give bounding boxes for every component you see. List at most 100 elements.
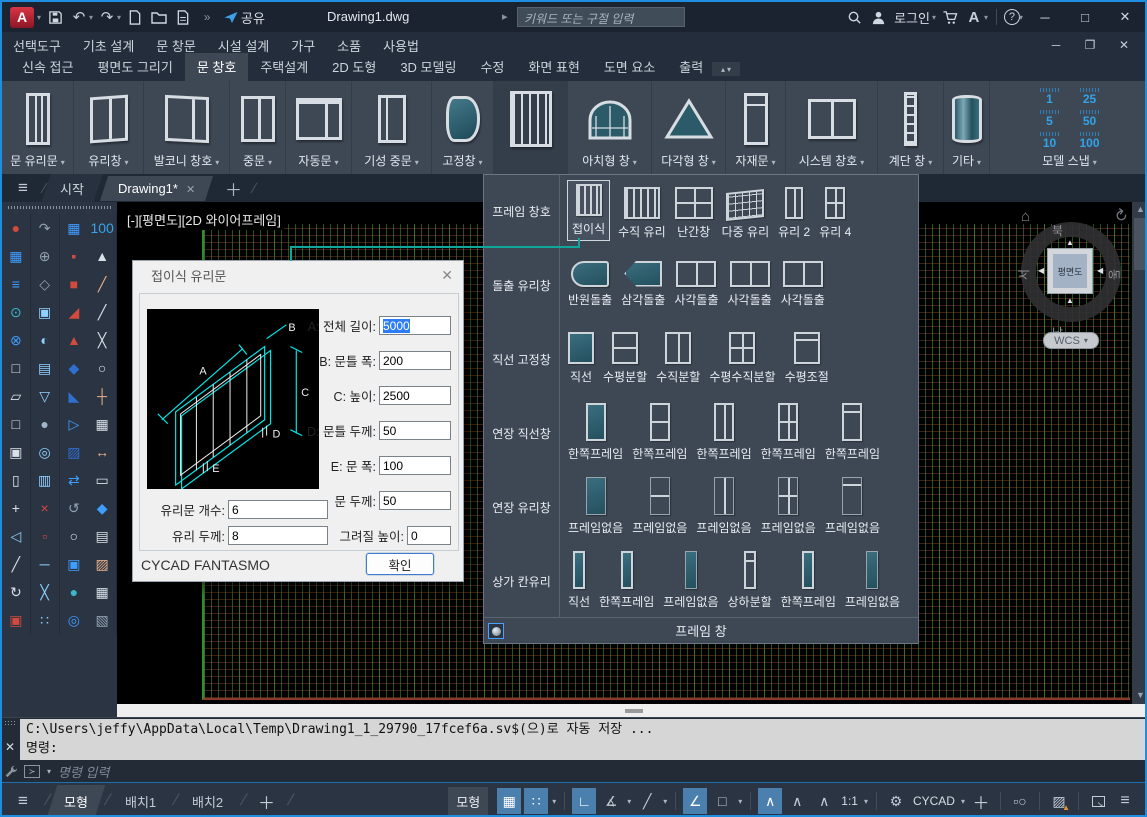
- rotate-view-icon[interactable]: ↻: [1109, 204, 1131, 228]
- redo-button[interactable]: ↷: [96, 6, 118, 28]
- cube-up-arrow-icon[interactable]: ▲: [1066, 238, 1074, 247]
- close-command-history-icon[interactable]: ✕: [5, 740, 15, 754]
- cad-tool-icon[interactable]: ▤: [31, 354, 60, 382]
- tab-drawing1[interactable]: Drawing1*✕: [100, 176, 213, 201]
- cad-tool-icon[interactable]: ●: [2, 214, 31, 242]
- cad-tool-icon[interactable]: ╱: [88, 298, 117, 326]
- cad-tool-icon[interactable]: ▯: [2, 466, 31, 494]
- ribbon-tab[interactable]: 신속 접근: [10, 53, 85, 81]
- new-layout-button[interactable]: ＋: [258, 789, 275, 814]
- cad-tool-icon[interactable]: 100: [88, 214, 117, 242]
- flyout-item[interactable]: 난간창: [675, 187, 713, 240]
- cad-tool-icon[interactable]: ▦: [88, 410, 117, 438]
- window-minimize-button[interactable]: ─: [1025, 2, 1065, 32]
- ribbon-item-balcony-window[interactable]: 발코니 창호▾: [144, 81, 230, 174]
- flyout-item[interactable]: 한쪽프레임: [632, 403, 687, 462]
- flyout-item[interactable]: 프레임없음: [845, 551, 900, 610]
- search-chevron-icon[interactable]: ▸: [502, 10, 508, 23]
- cad-tool-icon[interactable]: ◎: [60, 606, 89, 634]
- cad-tool-icon[interactable]: ∷: [31, 606, 60, 634]
- flyout-item[interactable]: 사각돌출: [674, 261, 718, 308]
- pin-flyout-button[interactable]: [488, 623, 504, 639]
- door-count-input[interactable]: 6: [228, 500, 328, 519]
- autodesk-app-dropdown-icon[interactable]: ▾: [984, 13, 988, 22]
- ribbon-item-polygon-window[interactable]: 다각형 창▾: [652, 81, 726, 174]
- save-button[interactable]: [44, 6, 66, 28]
- flyout-item[interactable]: 직선: [568, 551, 590, 610]
- annotation-scale-value[interactable]: 1:1: [839, 794, 860, 808]
- cad-tool-icon[interactable]: ⇄: [60, 466, 89, 494]
- app-store-cart-icon[interactable]: [939, 6, 961, 28]
- help-dropdown-icon[interactable]: ▾: [1019, 13, 1023, 22]
- cad-tool-icon[interactable]: ↷: [31, 214, 60, 242]
- grid-display-icon[interactable]: ▦: [497, 788, 521, 814]
- app-logo[interactable]: A: [10, 7, 34, 28]
- cad-tool-icon[interactable]: ↺: [60, 494, 89, 522]
- home-icon[interactable]: ⌂: [1021, 208, 1030, 225]
- cad-tool-icon[interactable]: ╱: [88, 270, 117, 298]
- cad-tool-icon[interactable]: ▣: [2, 438, 31, 466]
- vertical-scroll-thumb[interactable]: [1134, 218, 1147, 270]
- command-input-placeholder[interactable]: 명령 입력: [58, 762, 109, 781]
- ribbon-item-system-window[interactable]: 시스템 창호▾: [786, 81, 878, 174]
- cad-tool-icon[interactable]: ▷: [60, 410, 89, 438]
- cad-tool-icon[interactable]: ▦: [88, 578, 117, 606]
- compass-north[interactable]: 북: [1052, 222, 1063, 239]
- cad-tool-icon[interactable]: ╳: [88, 326, 117, 354]
- ok-button[interactable]: 확인: [366, 553, 434, 575]
- ribbon-tab[interactable]: 화면 표현: [516, 53, 591, 81]
- frame-thickness-input[interactable]: 50: [379, 421, 451, 440]
- graphics-performance-icon[interactable]: ▨▲: [1047, 788, 1071, 814]
- flyout-item[interactable]: 접이식: [568, 181, 609, 240]
- ribbon-tab[interactable]: 수정: [468, 53, 516, 81]
- tab-layout1[interactable]: 배치1: [107, 785, 173, 817]
- flyout-item[interactable]: 한쪽프레임: [781, 551, 836, 610]
- cube-down-arrow-icon[interactable]: ▲: [1066, 296, 1074, 305]
- tab-start[interactable]: 시작: [41, 174, 102, 203]
- object-snap-tracking-icon[interactable]: ∠: [683, 788, 707, 814]
- cad-tool-icon[interactable]: ▣: [60, 550, 89, 578]
- polar-dropdown-icon[interactable]: ▾: [626, 797, 632, 806]
- cad-tool-icon[interactable]: ⊕: [31, 242, 60, 270]
- isometric-drafting-icon[interactable]: ╱: [635, 788, 659, 814]
- draw-height-input[interactable]: 0: [407, 526, 451, 545]
- vertical-scrollbar[interactable]: ▲ ▼: [1132, 202, 1147, 704]
- cad-tool-icon[interactable]: ▨: [88, 550, 117, 578]
- flyout-item[interactable]: 수평수직분할: [709, 332, 775, 385]
- new-tab-button[interactable]: ＋: [225, 176, 242, 201]
- cad-tool-icon[interactable]: ↔: [88, 438, 117, 466]
- scale-dropdown-icon[interactable]: ▾: [863, 797, 869, 806]
- view-cube-face[interactable]: 평면도: [1047, 248, 1093, 294]
- close-tab-icon[interactable]: ✕: [186, 184, 195, 196]
- flyout-item[interactable]: 프레임없음: [761, 477, 816, 536]
- cad-tool-icon[interactable]: ○: [60, 522, 89, 550]
- cad-tool-icon[interactable]: ▭: [88, 466, 117, 494]
- flyout-item[interactable]: 수직 유리: [618, 187, 666, 240]
- cube-left-arrow-icon[interactable]: ◀: [1038, 266, 1044, 275]
- new-drawing-button[interactable]: [124, 6, 146, 28]
- flyout-item[interactable]: 수평분할: [603, 332, 647, 385]
- object-snap-icon[interactable]: □: [710, 788, 734, 814]
- cad-tool-icon[interactable]: ─: [31, 550, 60, 578]
- workspace-dropdown-icon[interactable]: ▾: [960, 797, 966, 806]
- undo-dropdown-icon[interactable]: ▾: [89, 13, 93, 22]
- frame-width-input[interactable]: 200: [379, 351, 451, 370]
- ribbon-tab[interactable]: 문 창호: [185, 53, 249, 81]
- flyout-item[interactable]: 유리 2: [778, 187, 810, 240]
- ribbon-item-arched-window[interactable]: 아치형 창▾: [568, 81, 652, 174]
- cad-tool-icon[interactable]: ◆: [60, 354, 89, 382]
- dialog-title[interactable]: 접이식 유리문: [133, 261, 463, 289]
- ribbon-tab[interactable]: 주택설계: [248, 53, 320, 81]
- doc-minimize-button[interactable]: ─: [1039, 33, 1073, 57]
- cad-tool-icon[interactable]: ■: [60, 270, 89, 298]
- share-button[interactable]: [220, 6, 242, 28]
- glass-thickness-input[interactable]: 8: [228, 526, 328, 545]
- cad-tool-icon[interactable]: ◁: [2, 522, 31, 550]
- door-width-input[interactable]: 100: [379, 456, 451, 475]
- cad-tool-icon[interactable]: ◐: [31, 326, 60, 354]
- ribbon-item-frame-window-open[interactable]: [494, 81, 568, 174]
- cad-tool-icon[interactable]: ●: [60, 578, 89, 606]
- cube-right-arrow-icon[interactable]: ◀: [1097, 266, 1103, 275]
- cad-tool-icon[interactable]: ▦: [2, 242, 31, 270]
- snap-cursor-icon[interactable]: ∧: [785, 788, 809, 814]
